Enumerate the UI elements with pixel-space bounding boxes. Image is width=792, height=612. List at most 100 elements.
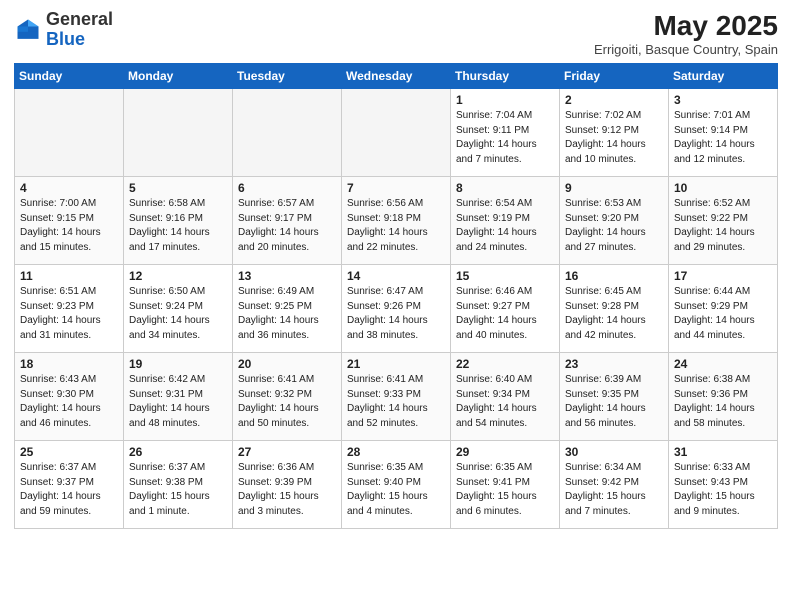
day-info: Sunrise: 6:41 AM Sunset: 9:33 PM Dayligh… xyxy=(347,373,445,431)
weekday-header-thursday: Thursday xyxy=(451,64,560,89)
logo-text: General Blue xyxy=(46,10,113,50)
day-info: Sunrise: 6:42 AM Sunset: 9:31 PM Dayligh… xyxy=(129,373,227,431)
day-info: Sunrise: 6:56 AM Sunset: 9:18 PM Dayligh… xyxy=(347,197,445,255)
location: Errigoiti, Basque Country, Spain xyxy=(594,42,778,57)
day-info: Sunrise: 6:50 AM Sunset: 9:24 PM Dayligh… xyxy=(129,285,227,343)
calendar-cell: 28 Sunrise: 6:35 AM Sunset: 9:40 PM Dayli… xyxy=(342,441,451,529)
calendar-cell: 15Sunrise: 6:46 AM Sunset: 9:27 PM Dayli… xyxy=(451,265,560,353)
page-container: General Blue May 2025 Errigoiti, Basque … xyxy=(0,0,792,612)
calendar-cell xyxy=(15,89,124,177)
day-info: Sunrise: 6:33 AM Sunset: 9:43 PM Dayligh… xyxy=(674,461,772,519)
calendar-cell: 24Sunrise: 6:38 AM Sunset: 9:36 PM Dayli… xyxy=(669,353,778,441)
calendar-table: SundayMondayTuesdayWednesdayThursdayFrid… xyxy=(14,63,778,529)
day-number: 3 xyxy=(674,93,772,107)
day-number: 31 xyxy=(674,445,772,459)
day-info: Sunrise: 6:54 AM Sunset: 9:19 PM Dayligh… xyxy=(456,197,554,255)
calendar-cell: 12 Sunrise: 6:50 AM Sunset: 9:24 PM Dayli… xyxy=(124,265,233,353)
day-number: 24 xyxy=(674,357,772,371)
day-number: 13 xyxy=(238,269,336,283)
day-number: 28 xyxy=(347,445,445,459)
day-info: Sunrise: 6:57 AM Sunset: 9:17 PM Dayligh… xyxy=(238,197,336,255)
day-number: 22 xyxy=(456,357,554,371)
day-number: 14 xyxy=(347,269,445,283)
calendar-cell: 14 Sunrise: 6:47 AM Sunset: 9:26 PM Dayli… xyxy=(342,265,451,353)
calendar-cell: 29 Sunrise: 6:35 AM Sunset: 9:41 PM Dayli… xyxy=(451,441,560,529)
day-number: 6 xyxy=(238,181,336,195)
day-number: 16 xyxy=(565,269,663,283)
day-number: 12 xyxy=(129,269,227,283)
day-info: Sunrise: 6:52 AM Sunset: 9:22 PM Dayligh… xyxy=(674,197,772,255)
day-info: Sunrise: 6:34 AM Sunset: 9:42 PM Dayligh… xyxy=(565,461,663,519)
day-number: 27 xyxy=(238,445,336,459)
calendar-cell: 8Sunrise: 6:54 AM Sunset: 9:19 PM Daylig… xyxy=(451,177,560,265)
calendar-cell: 3 Sunrise: 7:01 AM Sunset: 9:14 PM Daylig… xyxy=(669,89,778,177)
calendar-cell xyxy=(342,89,451,177)
calendar-week-row: 1 Sunrise: 7:04 AM Sunset: 9:11 PM Daylig… xyxy=(15,89,778,177)
calendar-cell: 11Sunrise: 6:51 AM Sunset: 9:23 PM Dayli… xyxy=(15,265,124,353)
day-number: 10 xyxy=(674,181,772,195)
day-info: Sunrise: 6:41 AM Sunset: 9:32 PM Dayligh… xyxy=(238,373,336,431)
calendar-cell: 20 Sunrise: 6:41 AM Sunset: 9:32 PM Dayli… xyxy=(233,353,342,441)
day-info: Sunrise: 7:01 AM Sunset: 9:14 PM Dayligh… xyxy=(674,109,772,167)
calendar-cell: 26Sunrise: 6:37 AM Sunset: 9:38 PM Dayli… xyxy=(124,441,233,529)
day-number: 1 xyxy=(456,93,554,107)
day-number: 25 xyxy=(20,445,118,459)
day-number: 23 xyxy=(565,357,663,371)
day-number: 11 xyxy=(20,269,118,283)
day-number: 30 xyxy=(565,445,663,459)
calendar-week-row: 25Sunrise: 6:37 AM Sunset: 9:37 PM Dayli… xyxy=(15,441,778,529)
calendar-cell: 4 Sunrise: 7:00 AM Sunset: 9:15 PM Daylig… xyxy=(15,177,124,265)
day-info: Sunrise: 6:53 AM Sunset: 9:20 PM Dayligh… xyxy=(565,197,663,255)
day-info: Sunrise: 6:44 AM Sunset: 9:29 PM Dayligh… xyxy=(674,285,772,343)
calendar-week-row: 4 Sunrise: 7:00 AM Sunset: 9:15 PM Daylig… xyxy=(15,177,778,265)
day-number: 7 xyxy=(347,181,445,195)
day-info: Sunrise: 7:02 AM Sunset: 9:12 PM Dayligh… xyxy=(565,109,663,167)
logo-blue: Blue xyxy=(46,29,85,49)
day-info: Sunrise: 6:35 AM Sunset: 9:41 PM Dayligh… xyxy=(456,461,554,519)
calendar-cell: 22Sunrise: 6:40 AM Sunset: 9:34 PM Dayli… xyxy=(451,353,560,441)
day-info: Sunrise: 6:37 AM Sunset: 9:38 PM Dayligh… xyxy=(129,461,227,519)
day-number: 19 xyxy=(129,357,227,371)
day-info: Sunrise: 6:47 AM Sunset: 9:26 PM Dayligh… xyxy=(347,285,445,343)
logo-general: General xyxy=(46,9,113,29)
day-info: Sunrise: 6:58 AM Sunset: 9:16 PM Dayligh… xyxy=(129,197,227,255)
calendar-cell: 5Sunrise: 6:58 AM Sunset: 9:16 PM Daylig… xyxy=(124,177,233,265)
weekday-header-sunday: Sunday xyxy=(15,64,124,89)
weekday-header-monday: Monday xyxy=(124,64,233,89)
calendar-cell: 18 Sunrise: 6:43 AM Sunset: 9:30 PM Dayli… xyxy=(15,353,124,441)
calendar-cell: 13Sunrise: 6:49 AM Sunset: 9:25 PM Dayli… xyxy=(233,265,342,353)
logo: General Blue xyxy=(14,10,113,50)
calendar-cell xyxy=(124,89,233,177)
day-number: 18 xyxy=(20,357,118,371)
title-block: May 2025 Errigoiti, Basque Country, Spai… xyxy=(594,10,778,57)
calendar-cell: 23 Sunrise: 6:39 AM Sunset: 9:35 PM Dayli… xyxy=(560,353,669,441)
day-info: Sunrise: 6:45 AM Sunset: 9:28 PM Dayligh… xyxy=(565,285,663,343)
calendar-week-row: 11Sunrise: 6:51 AM Sunset: 9:23 PM Dayli… xyxy=(15,265,778,353)
calendar-cell: 7 Sunrise: 6:56 AM Sunset: 9:18 PM Daylig… xyxy=(342,177,451,265)
calendar-cell: 9 Sunrise: 6:53 AM Sunset: 9:20 PM Daylig… xyxy=(560,177,669,265)
day-info: Sunrise: 6:36 AM Sunset: 9:39 PM Dayligh… xyxy=(238,461,336,519)
calendar-cell: 17 Sunrise: 6:44 AM Sunset: 9:29 PM Dayli… xyxy=(669,265,778,353)
day-number: 9 xyxy=(565,181,663,195)
calendar-cell: 30 Sunrise: 6:34 AM Sunset: 9:42 PM Dayli… xyxy=(560,441,669,529)
day-number: 4 xyxy=(20,181,118,195)
day-info: Sunrise: 6:35 AM Sunset: 9:40 PM Dayligh… xyxy=(347,461,445,519)
day-info: Sunrise: 7:04 AM Sunset: 9:11 PM Dayligh… xyxy=(456,109,554,167)
calendar-cell xyxy=(233,89,342,177)
calendar-cell: 19 Sunrise: 6:42 AM Sunset: 9:31 PM Dayli… xyxy=(124,353,233,441)
day-number: 15 xyxy=(456,269,554,283)
day-number: 20 xyxy=(238,357,336,371)
calendar-cell: 2Sunrise: 7:02 AM Sunset: 9:12 PM Daylig… xyxy=(560,89,669,177)
day-info: Sunrise: 6:43 AM Sunset: 9:30 PM Dayligh… xyxy=(20,373,118,431)
day-info: Sunrise: 6:39 AM Sunset: 9:35 PM Dayligh… xyxy=(565,373,663,431)
day-info: Sunrise: 7:00 AM Sunset: 9:15 PM Dayligh… xyxy=(20,197,118,255)
weekday-header-wednesday: Wednesday xyxy=(342,64,451,89)
calendar-week-row: 18 Sunrise: 6:43 AM Sunset: 9:30 PM Dayli… xyxy=(15,353,778,441)
day-number: 17 xyxy=(674,269,772,283)
month-title: May 2025 xyxy=(594,10,778,42)
logo-icon xyxy=(14,16,42,44)
day-number: 29 xyxy=(456,445,554,459)
weekday-header-friday: Friday xyxy=(560,64,669,89)
calendar-cell: 10 Sunrise: 6:52 AM Sunset: 9:22 PM Dayli… xyxy=(669,177,778,265)
calendar-cell: 1 Sunrise: 7:04 AM Sunset: 9:11 PM Daylig… xyxy=(451,89,560,177)
